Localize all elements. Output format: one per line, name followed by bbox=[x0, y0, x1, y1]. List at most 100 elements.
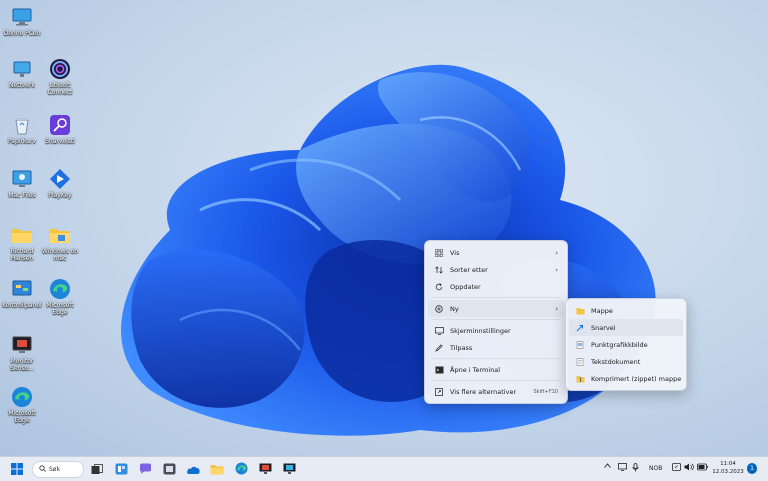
menu-item-more-options[interactable]: Vis flere alternativer Skift+F10 bbox=[428, 383, 564, 400]
widgets-icon bbox=[115, 460, 128, 479]
menu-separator bbox=[431, 358, 561, 359]
submenu-item-folder[interactable]: Mappe bbox=[569, 302, 683, 319]
taskbar: Søk NOB 11:04 12.03.2023 1 bbox=[0, 456, 768, 481]
sort-icon bbox=[432, 265, 446, 274]
taskbar-monitor-app-button-2[interactable] bbox=[280, 460, 298, 478]
menu-item-label: Tilpass bbox=[450, 343, 473, 352]
submenu-item-label: Tekstdokument bbox=[591, 357, 641, 366]
start-button[interactable] bbox=[8, 460, 26, 478]
volume-icon[interactable] bbox=[684, 463, 694, 473]
taskbar-monitor-app-button[interactable] bbox=[256, 460, 274, 478]
shortcut-app-icon bbox=[47, 114, 73, 136]
menu-item-refresh[interactable]: Oppdater bbox=[428, 278, 564, 295]
menu-item-personalize[interactable]: Tilpass bbox=[428, 339, 564, 356]
menu-item-new[interactable]: Ny › bbox=[428, 300, 564, 317]
desktop-icon-this-pc[interactable]: Denne PCen bbox=[2, 6, 42, 37]
mac-files-icon bbox=[9, 168, 35, 190]
submenu-item-text-document[interactable]: Tekstdokument bbox=[569, 353, 683, 370]
desktop-icon-folder-windows-on-mac[interactable]: Windows on mac bbox=[40, 224, 80, 262]
submenu-item-shortcut[interactable]: Snarvei bbox=[569, 319, 683, 336]
taskbar-onedrive-button[interactable] bbox=[184, 460, 202, 478]
menu-item-label: Oppdater bbox=[450, 282, 481, 291]
cloud-icon bbox=[186, 460, 200, 479]
folder-icon bbox=[573, 307, 587, 315]
folder-icon bbox=[47, 224, 73, 246]
grid-icon bbox=[432, 248, 446, 257]
monitor-icon bbox=[9, 6, 35, 28]
menu-item-shortcut: Skift+F10 bbox=[533, 388, 558, 395]
shortcut-icon bbox=[573, 324, 587, 332]
desktop-icon-ubisoft[interactable]: Ubisoft Connect bbox=[40, 58, 80, 96]
desktop-icon-network[interactable]: Nettverk bbox=[2, 58, 42, 89]
desktop[interactable]: Denne PCen Nettverk Ubisoft Connect Papi… bbox=[0, 0, 768, 456]
desktop-icon-shortcut-app[interactable]: Snarveisti bbox=[40, 114, 80, 145]
language-indicator[interactable]: NOB bbox=[649, 465, 662, 472]
desktop-icon-recycle-bin[interactable]: Papirkurv bbox=[2, 114, 42, 145]
more-options-icon bbox=[432, 387, 446, 396]
playkey-icon bbox=[47, 168, 73, 190]
clock-time: 11:04 bbox=[720, 461, 736, 467]
desktop-icon-mac-files[interactable]: Mac Files bbox=[2, 168, 42, 199]
desktop-icon-folder-richard[interactable]: Richard Hansen bbox=[2, 224, 42, 262]
network-icon bbox=[9, 58, 35, 80]
desktop-icon-label: Microsoft Edge bbox=[8, 410, 36, 424]
menu-item-view[interactable]: Vis › bbox=[428, 244, 564, 261]
bitmap-icon bbox=[573, 340, 587, 349]
desktop-icon-label: Ubisoft Connect bbox=[47, 82, 73, 96]
menu-item-display-settings[interactable]: Skjerminnstillinger bbox=[428, 322, 564, 339]
menu-separator bbox=[431, 319, 561, 320]
desktop-icon-label: Mac Files bbox=[8, 192, 36, 199]
submenu-item-label: Mappe bbox=[591, 306, 613, 315]
menu-separator bbox=[431, 297, 561, 298]
monitor-app-icon bbox=[283, 460, 296, 479]
folder-icon bbox=[9, 224, 35, 246]
folder-icon bbox=[210, 460, 224, 479]
zip-folder-icon bbox=[573, 375, 587, 383]
taskbar-chat-button[interactable] bbox=[136, 460, 154, 478]
menu-separator bbox=[431, 380, 561, 381]
taskbar-app-button[interactable] bbox=[160, 460, 178, 478]
microphone-icon[interactable] bbox=[632, 463, 639, 474]
desktop-icon-label: Snarveisti bbox=[45, 138, 75, 145]
monitor-app-icon bbox=[259, 460, 272, 479]
desktop-icon-control-panel[interactable]: Kontrollpanel bbox=[2, 278, 42, 309]
clock-date: 12.03.2023 bbox=[712, 469, 744, 475]
menu-item-label: Ny bbox=[450, 304, 459, 313]
personalize-icon bbox=[432, 343, 446, 352]
clock[interactable]: 11:04 12.03.2023 bbox=[712, 460, 744, 476]
menu-item-label: Skjerminnstillinger bbox=[450, 326, 511, 335]
task-view-icon bbox=[91, 460, 103, 479]
menu-item-label: Vis flere alternativer bbox=[450, 387, 517, 396]
chevron-right-icon: › bbox=[555, 248, 558, 257]
desktop-icon-edge-2[interactable]: Microsoft Edge bbox=[2, 386, 42, 424]
tray-device-icon[interactable] bbox=[672, 463, 681, 473]
submenu-item-bitmap[interactable]: Punktgrafikkbilde bbox=[569, 336, 683, 353]
task-view-button[interactable] bbox=[88, 460, 106, 478]
desktop-icon-label: Monitor Senso... bbox=[10, 358, 34, 372]
desktop-context-menu: Vis › Sorter etter › Oppdater Ny › Skjer… bbox=[424, 240, 568, 404]
terminal-icon bbox=[432, 366, 446, 374]
display-settings-icon bbox=[432, 326, 446, 335]
edge-icon bbox=[47, 278, 73, 300]
recycle-bin-icon bbox=[9, 114, 35, 136]
submenu-item-zip-folder[interactable]: Komprimert (zippet) mappe bbox=[569, 370, 683, 387]
show-hidden-icons-button[interactable] bbox=[604, 463, 611, 470]
taskbar-widgets-button[interactable] bbox=[112, 460, 130, 478]
chevron-right-icon: › bbox=[555, 265, 558, 274]
menu-item-label: Sorter etter bbox=[450, 265, 488, 274]
desktop-icon-playkey[interactable]: PlayKey bbox=[40, 168, 80, 199]
taskbar-file-explorer-button[interactable] bbox=[208, 460, 226, 478]
monitor-app-icon bbox=[9, 334, 35, 356]
desktop-icon-monitor-app[interactable]: Monitor Senso... bbox=[2, 334, 42, 372]
chat-icon bbox=[139, 460, 152, 479]
taskbar-edge-button[interactable] bbox=[232, 460, 250, 478]
battery-icon[interactable] bbox=[697, 463, 708, 473]
search-input[interactable]: Søk bbox=[32, 461, 84, 478]
notification-badge[interactable]: 1 bbox=[747, 463, 757, 474]
edge-icon bbox=[9, 386, 35, 408]
desktop-icon-edge[interactable]: Microsoft Edge bbox=[40, 278, 80, 316]
tray-display-icon[interactable] bbox=[618, 463, 627, 473]
menu-item-sort-by[interactable]: Sorter etter › bbox=[428, 261, 564, 278]
menu-item-open-terminal[interactable]: Åpne i Terminal bbox=[428, 361, 564, 378]
chevron-right-icon: › bbox=[555, 304, 558, 313]
